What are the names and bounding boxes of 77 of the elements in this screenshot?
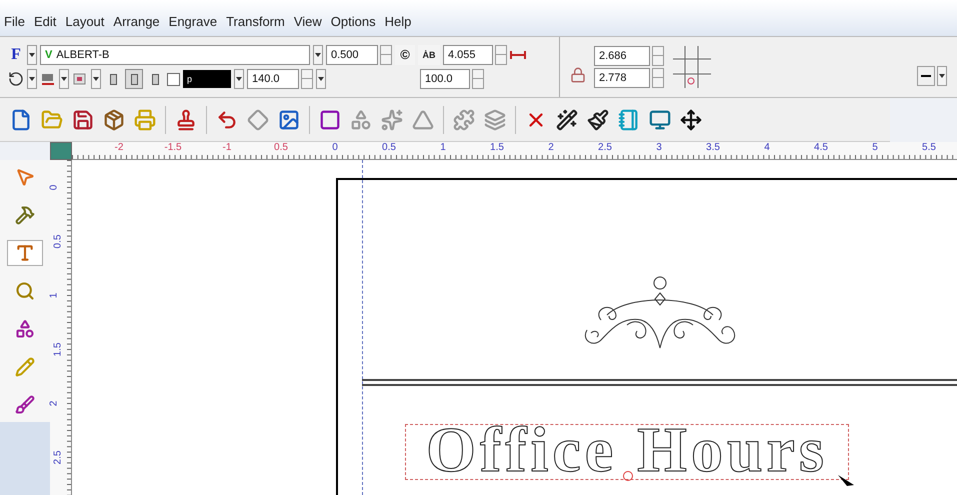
spinner-buttons[interactable] <box>652 68 664 88</box>
anchor-grid-icon[interactable] <box>672 45 712 89</box>
x-position-field[interactable]: 2.686 <box>594 46 650 66</box>
color-swatch[interactable]: p <box>183 70 231 88</box>
menu-item[interactable]: Help <box>384 12 412 31</box>
ruler-label: 3.5 <box>706 142 720 155</box>
line-style-select[interactable] <box>917 66 935 86</box>
ruler-label: 1.5 <box>52 342 64 356</box>
kerning-button[interactable]: ȦB <box>418 45 440 65</box>
search-icon <box>15 281 35 301</box>
fill-color-icon[interactable] <box>72 72 88 86</box>
outline-text: Office Hours <box>426 427 828 473</box>
ruler-label: 4 <box>764 142 770 155</box>
ruler-label: 2 <box>548 142 554 155</box>
notebook-icon[interactable] <box>618 108 640 130</box>
move-arrows-icon[interactable] <box>680 108 702 130</box>
copyright-button[interactable]: © <box>395 45 415 65</box>
y-position-field[interactable]: 2.778 <box>594 68 650 88</box>
menu-item[interactable]: View <box>294 12 322 31</box>
ruler-label: 0.5 <box>382 142 396 155</box>
monitor-icon[interactable] <box>649 108 671 130</box>
ruler-label: -2 <box>114 142 124 155</box>
menu-item[interactable]: Arrange <box>113 12 160 31</box>
menu-item[interactable]: Transform <box>226 12 285 31</box>
package-icon[interactable] <box>103 108 125 130</box>
width-field[interactable]: 4.055 <box>443 45 493 65</box>
justify-button[interactable] <box>125 69 143 89</box>
scale-field[interactable]: 100.0 <box>420 69 470 89</box>
ruler-label: 1 <box>440 142 446 155</box>
square-icon[interactable] <box>319 108 341 130</box>
save-icon[interactable] <box>72 108 94 130</box>
brush-icon <box>15 395 35 415</box>
menu-item[interactable]: Options <box>330 12 376 31</box>
ruler-label: 2 <box>48 400 60 406</box>
ruler-label: 1 <box>48 292 60 298</box>
letter-icon <box>15 243 35 263</box>
file-icon[interactable] <box>10 108 32 130</box>
ruler-label: 5 <box>872 142 878 155</box>
angle-field[interactable]: 140.0 <box>247 69 299 89</box>
font-button[interactable]: F <box>8 45 24 65</box>
pencil-icon <box>15 357 35 377</box>
origin-marker-icon <box>623 471 633 481</box>
ruler-label: 3 <box>656 142 662 155</box>
lock-icon[interactable] <box>570 67 586 83</box>
spinner-buttons[interactable] <box>380 45 392 65</box>
ruler-label: 0 <box>332 142 338 155</box>
wand-icon[interactable] <box>556 108 578 130</box>
rotate-icon[interactable] <box>8 71 24 87</box>
ruler-label: -1 <box>222 142 232 155</box>
undo-icon[interactable] <box>216 108 238 130</box>
checkbox[interactable] <box>167 72 180 86</box>
ruler-label: 2.5 <box>598 142 612 155</box>
pointer-icon <box>15 167 35 187</box>
stamp-icon[interactable] <box>175 108 197 130</box>
spinner-buttons[interactable] <box>652 46 664 66</box>
menu-item[interactable]: Edit <box>34 12 56 31</box>
menu-item[interactable]: Engrave <box>168 12 218 31</box>
width-icon[interactable] <box>510 50 526 60</box>
outline-color-icon[interactable] <box>40 72 56 86</box>
ruler-label: 0.5 <box>274 142 288 155</box>
ruler-label: -1.5 <box>164 142 182 155</box>
ruler-label: 2.5 <box>52 450 64 464</box>
menu-item[interactable]: File <box>4 12 25 31</box>
spinner-buttons[interactable] <box>495 45 507 65</box>
shapes-icon <box>15 319 35 339</box>
ruler-label: 1.5 <box>490 142 504 155</box>
spinner-buttons[interactable] <box>472 69 484 89</box>
image-icon[interactable] <box>278 108 300 130</box>
font-select[interactable]: V ALBERT-B <box>40 45 310 65</box>
ruler-label: 0 <box>48 184 60 190</box>
paintbrush-icon[interactable] <box>587 108 609 130</box>
tool-button[interactable] <box>7 240 43 266</box>
ruler-label: 4.5 <box>814 142 828 155</box>
ruler-label: 0.5 <box>52 234 64 248</box>
height-field[interactable]: 0.500 <box>326 45 378 65</box>
ruler-label: 5.5 <box>922 142 936 155</box>
menu-item[interactable]: Layout <box>65 12 104 31</box>
